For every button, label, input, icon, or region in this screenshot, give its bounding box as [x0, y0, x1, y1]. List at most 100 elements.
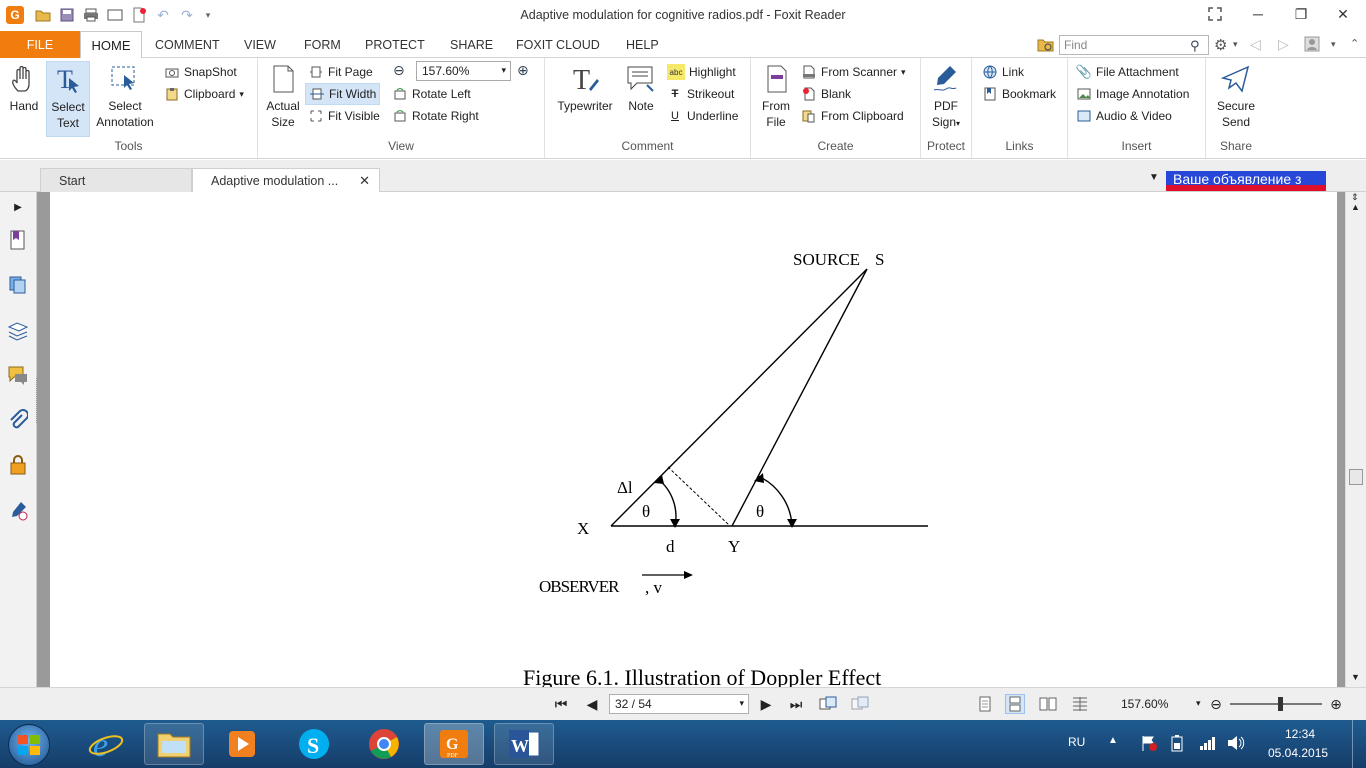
tab-list-dropdown-icon[interactable]: ▼: [1149, 172, 1159, 183]
collapse-ribbon-icon[interactable]: ⌃: [1350, 37, 1359, 50]
network-signal-icon[interactable]: [1198, 734, 1216, 755]
bookmarks-panel-icon[interactable]: [6, 228, 30, 252]
first-page-icon[interactable]: ⏮: [551, 694, 571, 714]
media-player-icon[interactable]: [212, 723, 272, 765]
show-hidden-icons-icon[interactable]: ▲: [1108, 735, 1118, 746]
fit-page-button[interactable]: Fit Page: [308, 62, 373, 82]
signature-panel-icon[interactable]: [6, 499, 30, 523]
link-button[interactable]: Link: [982, 62, 1024, 82]
from-scanner-button[interactable]: From Scanner ▾: [801, 62, 906, 82]
zoom-slider-thumb[interactable]: [1278, 697, 1283, 711]
zoom-level-readout[interactable]: 157.60%: [1121, 697, 1168, 711]
highlight-button[interactable]: abc Highlight: [667, 62, 736, 82]
maximize-button[interactable]: ❐: [1289, 4, 1313, 24]
last-page-icon[interactable]: ⏭: [786, 694, 806, 714]
nav-back-icon[interactable]: ◁: [1250, 36, 1261, 53]
start-button[interactable]: [8, 724, 50, 766]
scroll-thumb[interactable]: [1349, 469, 1363, 485]
from-clipboard-button[interactable]: From Clipboard: [801, 106, 904, 126]
chrome-icon[interactable]: [354, 723, 414, 765]
close-button[interactable]: ✕: [1331, 4, 1355, 24]
select-text-button[interactable]: T Select Text: [46, 61, 90, 137]
zoom-level-dropdown-icon[interactable]: ▾: [1196, 698, 1201, 709]
tab-foxit-cloud[interactable]: FOXIT CLOUD: [516, 38, 600, 52]
tab-protect[interactable]: PROTECT: [365, 38, 425, 52]
snapshot-button[interactable]: SnapShot: [164, 62, 237, 82]
previous-view-icon[interactable]: [818, 694, 838, 714]
actual-size-button[interactable]: Actual Size: [262, 61, 304, 131]
audio-video-button[interactable]: Audio & Video: [1076, 106, 1172, 126]
strikeout-button[interactable]: T Strikeout: [667, 84, 735, 104]
continuous-view-icon[interactable]: [1005, 694, 1025, 714]
language-indicator[interactable]: RU: [1068, 735, 1085, 749]
gear-icon[interactable]: ⚙: [1214, 36, 1227, 54]
fit-width-button[interactable]: Fit Width: [305, 83, 381, 105]
zoom-out-icon[interactable]: ⊖: [393, 62, 405, 79]
statusbar-zoom-out-icon[interactable]: ⊖: [1206, 694, 1226, 714]
rotate-right-button[interactable]: Rotate Right: [392, 106, 479, 126]
attachments-panel-icon[interactable]: [6, 408, 30, 432]
find-input[interactable]: Find: [1059, 35, 1209, 55]
fit-visible-button[interactable]: Fit Visible: [308, 106, 380, 126]
action-center-flag-icon[interactable]: [1140, 734, 1158, 755]
search-icon[interactable]: ⚲: [1190, 38, 1200, 54]
tab-comment[interactable]: COMMENT: [155, 38, 220, 52]
user-icon[interactable]: [1304, 36, 1320, 55]
next-view-icon[interactable]: [850, 694, 870, 714]
facing-view-icon[interactable]: [1038, 694, 1058, 714]
volume-icon[interactable]: [1226, 734, 1246, 755]
ad-banner[interactable]: Ваше объявление з: [1166, 171, 1326, 191]
comments-panel-icon[interactable]: [6, 363, 30, 387]
minimize-button[interactable]: ─: [1246, 4, 1270, 24]
note-button[interactable]: Note: [621, 61, 661, 115]
tab-help[interactable]: HELP: [626, 38, 659, 52]
word-icon[interactable]: W: [494, 723, 554, 765]
find-folder-icon[interactable]: [1037, 37, 1055, 56]
gear-dropdown-icon[interactable]: ▾: [1233, 39, 1238, 50]
vertical-scrollbar[interactable]: ⇕ ▲ ▼: [1345, 192, 1366, 687]
bookmark-button[interactable]: Bookmark: [982, 84, 1056, 104]
rotate-left-button[interactable]: Rotate Left: [392, 84, 471, 104]
tab-view[interactable]: VIEW: [244, 38, 276, 52]
zoom-slider[interactable]: [1230, 703, 1322, 705]
secure-send-button[interactable]: Secure Send: [1212, 61, 1260, 131]
fullscreen-icon[interactable]: [1203, 4, 1227, 24]
from-file-button[interactable]: From File: [757, 61, 795, 131]
continuous-facing-view-icon[interactable]: [1070, 694, 1090, 714]
tab-share[interactable]: SHARE: [450, 38, 493, 52]
scroll-up-icon[interactable]: ▲: [1351, 202, 1360, 212]
user-dropdown-icon[interactable]: ▾: [1331, 39, 1336, 50]
previous-page-icon[interactable]: ◀: [582, 694, 602, 714]
select-annotation-button[interactable]: Select Annotation: [92, 61, 158, 131]
single-page-view-icon[interactable]: [975, 694, 995, 714]
statusbar-zoom-in-icon[interactable]: ⊕: [1326, 694, 1346, 714]
tab-form[interactable]: FORM: [304, 38, 341, 52]
file-menu[interactable]: FILE: [0, 31, 80, 58]
typewriter-button[interactable]: T Typewriter: [551, 61, 619, 115]
foxit-reader-taskbar-icon[interactable]: G PDF: [424, 723, 484, 765]
zoom-in-icon[interactable]: ⊕: [517, 62, 529, 79]
clock-time[interactable]: 12:34: [1285, 727, 1315, 741]
expand-pane-icon[interactable]: ▶: [6, 195, 30, 219]
close-tab-icon[interactable]: ✕: [359, 173, 370, 189]
underline-button[interactable]: U Underline: [667, 106, 738, 126]
file-attachment-button[interactable]: 📎 File Attachment: [1076, 62, 1179, 82]
pdf-page[interactable]: SOURCE S Δl θ θ X d Y OBSERVER , v Figur…: [50, 192, 1337, 687]
nav-forward-icon[interactable]: ▷: [1278, 36, 1289, 53]
file-explorer-icon[interactable]: [144, 723, 204, 765]
show-desktop-button[interactable]: [1352, 720, 1366, 768]
skype-icon[interactable]: S: [284, 723, 344, 765]
battery-icon[interactable]: [1168, 734, 1186, 755]
layers-panel-icon[interactable]: [6, 319, 30, 343]
blank-button[interactable]: Blank: [801, 84, 851, 104]
hand-button[interactable]: Hand: [4, 61, 44, 115]
page-number-input[interactable]: 32 / 54 ▾: [609, 694, 749, 714]
next-page-icon[interactable]: ▶: [756, 694, 776, 714]
zoom-select[interactable]: 157.60% ▾: [416, 61, 511, 81]
internet-explorer-icon[interactable]: e: [76, 723, 136, 765]
scroll-down-icon[interactable]: ▼: [1351, 672, 1360, 682]
tab-home[interactable]: HOME: [80, 31, 142, 59]
clock-date[interactable]: 05.04.2015: [1268, 746, 1328, 760]
pages-panel-icon[interactable]: [6, 273, 30, 297]
image-annotation-button[interactable]: Image Annotation: [1076, 84, 1189, 104]
